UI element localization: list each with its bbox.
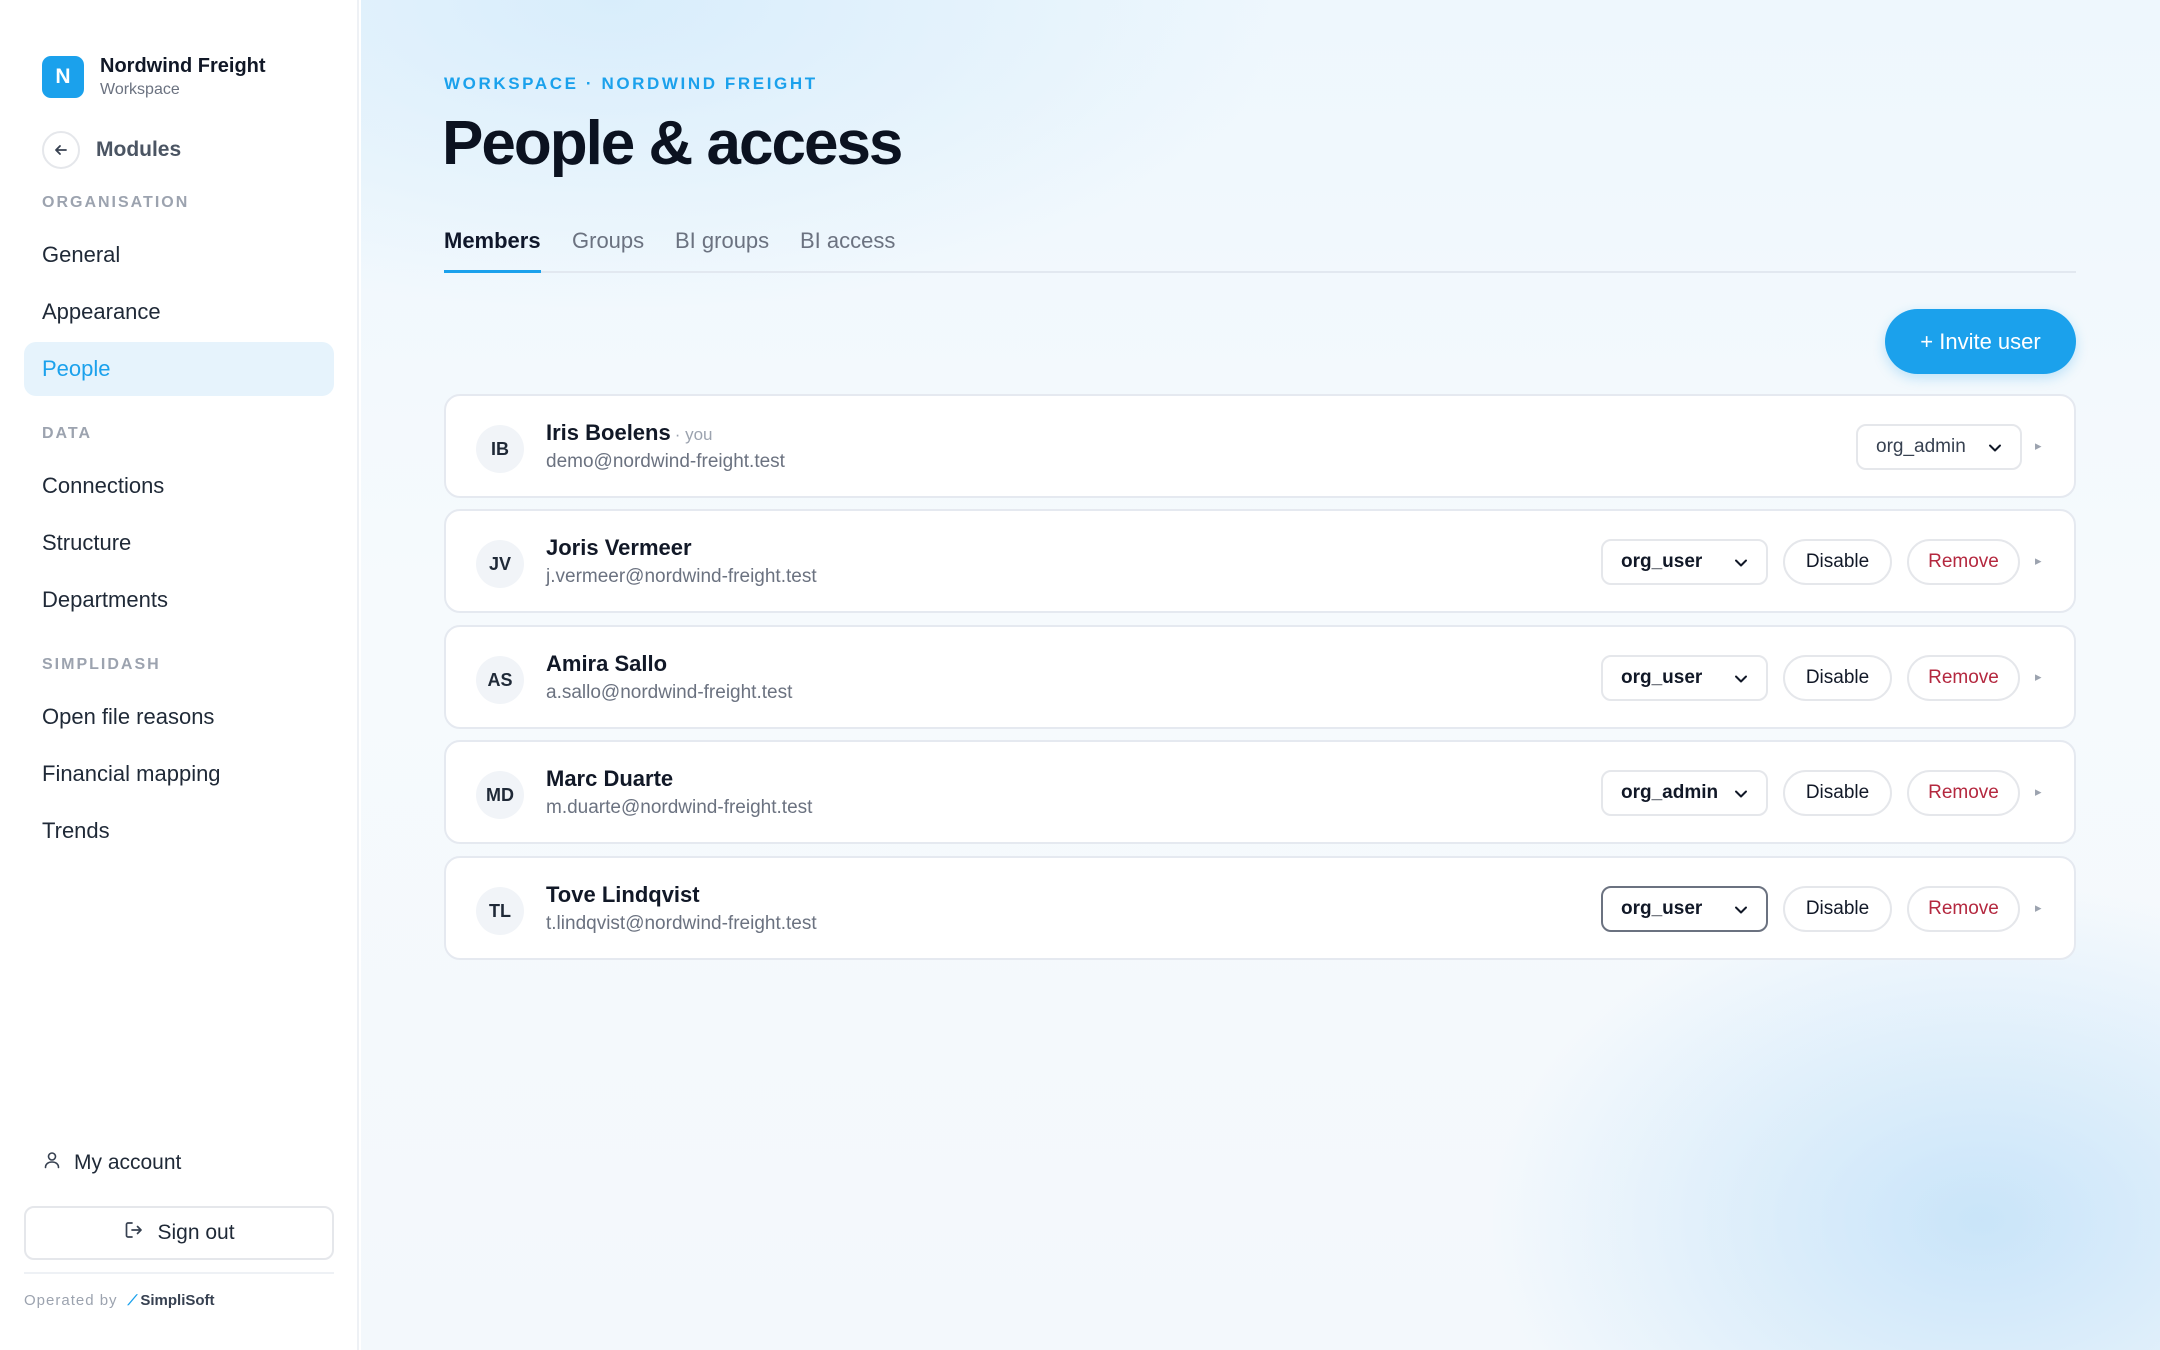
- workspace-logo: N: [42, 56, 84, 98]
- sidebar-item-trends[interactable]: Trends: [24, 804, 334, 858]
- role-value: org_admin: [1876, 436, 1966, 457]
- nav-section-organisation: ORGANISATION: [42, 194, 190, 211]
- chevron-down-icon: [1732, 901, 1750, 925]
- caret-right-icon[interactable]: ▸: [2035, 553, 2042, 569]
- back-to-modules[interactable]: Modules: [42, 131, 181, 169]
- sign-out-button[interactable]: Sign out: [24, 1206, 334, 1260]
- member-name: Amira Sallo: [546, 651, 668, 676]
- role-value: org_user: [1621, 551, 1703, 572]
- page-title: People & access: [442, 109, 903, 178]
- sidebar-item-open-file-reasons[interactable]: Open file reasons: [24, 690, 334, 744]
- avatar: JV: [476, 540, 524, 588]
- tab-bi-groups[interactable]: BI groups: [675, 228, 769, 273]
- chevron-down-icon: [1732, 554, 1750, 578]
- role-select[interactable]: org_user: [1601, 655, 1768, 701]
- remove-button[interactable]: Remove: [1907, 539, 2020, 585]
- chevron-down-icon: [1732, 785, 1750, 809]
- sidebar-item-financial-mapping[interactable]: Financial mapping: [24, 747, 334, 801]
- role-select[interactable]: org_admin: [1856, 424, 2022, 470]
- sidebar-item-structure[interactable]: Structure: [24, 516, 334, 570]
- my-account-label: My account: [74, 1151, 182, 1174]
- member-email: demo@nordwind-freight.test: [546, 451, 785, 472]
- member-row[interactable]: MD Marc Duarte m.duarte@nordwind-freight…: [444, 740, 2076, 844]
- member-name: Iris Boelens · you: [546, 420, 713, 445]
- workspace-brand[interactable]: N Nordwind Freight Workspace: [42, 53, 266, 101]
- caret-right-icon[interactable]: ▸: [2035, 438, 2042, 454]
- operated-by-label: Operated by: [24, 1292, 118, 1309]
- role-select[interactable]: org_user: [1601, 539, 1768, 585]
- member-email: a.sallo@nordwind-freight.test: [546, 682, 793, 703]
- sign-out-icon: [123, 1219, 157, 1247]
- sidebar-item-connections[interactable]: Connections: [24, 459, 334, 513]
- member-row[interactable]: JV Joris Vermeer j.vermeer@nordwind-frei…: [444, 509, 2076, 613]
- disable-button[interactable]: Disable: [1783, 539, 1892, 585]
- simplisoft-logo: ⟋ SimpliSoft: [127, 1292, 215, 1309]
- member-email: j.vermeer@nordwind-freight.test: [546, 566, 817, 587]
- main-content: WORKSPACE · NORDWIND FREIGHT People & ac…: [361, 0, 2160, 1350]
- disable-button[interactable]: Disable: [1783, 770, 1892, 816]
- user-icon: [42, 1150, 74, 1176]
- breadcrumb: WORKSPACE · NORDWIND FREIGHT: [444, 74, 818, 93]
- nav-section-data: DATA: [42, 425, 93, 442]
- invite-user-button[interactable]: + Invite user: [1885, 309, 2076, 374]
- remove-button[interactable]: Remove: [1907, 770, 2020, 816]
- you-badge: · you: [674, 425, 713, 444]
- caret-right-icon[interactable]: ▸: [2035, 784, 2042, 800]
- tab-members[interactable]: Members: [444, 228, 541, 273]
- role-value: org_admin: [1621, 782, 1719, 803]
- remove-button[interactable]: Remove: [1907, 886, 2020, 932]
- back-label: Modules: [96, 138, 182, 161]
- sidebar-divider: [24, 1272, 334, 1274]
- member-name: Joris Vermeer: [546, 535, 692, 560]
- nav-section-simplidash: SIMPLIDASH: [42, 656, 161, 673]
- tab-groups[interactable]: Groups: [572, 228, 644, 273]
- member-email: m.duarte@nordwind-freight.test: [546, 797, 813, 818]
- member-name: Tove Lindqvist: [546, 882, 700, 907]
- member-row[interactable]: IB Iris Boelens · you demo@nordwind-freig…: [444, 394, 2076, 498]
- avatar: TL: [476, 887, 524, 935]
- disable-button[interactable]: Disable: [1783, 655, 1892, 701]
- avatar: IB: [476, 425, 524, 473]
- remove-button[interactable]: Remove: [1907, 655, 2020, 701]
- sidebar: N Nordwind Freight Workspace Modules ORG…: [0, 0, 359, 1350]
- arrow-left-icon[interactable]: [42, 131, 80, 169]
- member-name: Marc Duarte: [546, 766, 674, 791]
- avatar: MD: [476, 771, 524, 819]
- sidebar-item-people[interactable]: People: [24, 342, 334, 396]
- role-value: org_user: [1621, 667, 1703, 688]
- workspace-name: Nordwind Freight: [100, 55, 266, 77]
- role-select[interactable]: org_user: [1601, 886, 1768, 932]
- my-account-link[interactable]: My account: [42, 1150, 181, 1176]
- disable-button[interactable]: Disable: [1783, 886, 1892, 932]
- sign-out-label: Sign out: [157, 1221, 235, 1244]
- avatar: AS: [476, 656, 524, 704]
- sidebar-item-general[interactable]: General: [24, 228, 334, 282]
- tab-bar: Members Groups BI groups BI access: [444, 224, 2076, 273]
- chevron-down-icon: [1986, 439, 2004, 463]
- member-row[interactable]: AS Amira Sallo a.sallo@nordwind-freight.…: [444, 625, 2076, 729]
- operated-by: Operated by ⟋ SimpliSoft: [24, 1292, 215, 1309]
- role-value: org_user: [1621, 898, 1703, 919]
- sidebar-item-departments[interactable]: Departments: [24, 573, 334, 627]
- workspace-subtitle: Workspace: [100, 81, 180, 98]
- role-select[interactable]: org_admin: [1601, 770, 1768, 816]
- chevron-down-icon: [1732, 670, 1750, 694]
- caret-right-icon[interactable]: ▸: [2035, 900, 2042, 916]
- sidebar-item-appearance[interactable]: Appearance: [24, 285, 334, 339]
- caret-right-icon[interactable]: ▸: [2035, 669, 2042, 685]
- member-row[interactable]: TL Tove Lindqvist t.lindqvist@nordwind-f…: [444, 856, 2076, 960]
- member-email: t.lindqvist@nordwind-freight.test: [546, 913, 817, 934]
- tab-bi-access[interactable]: BI access: [800, 228, 895, 273]
